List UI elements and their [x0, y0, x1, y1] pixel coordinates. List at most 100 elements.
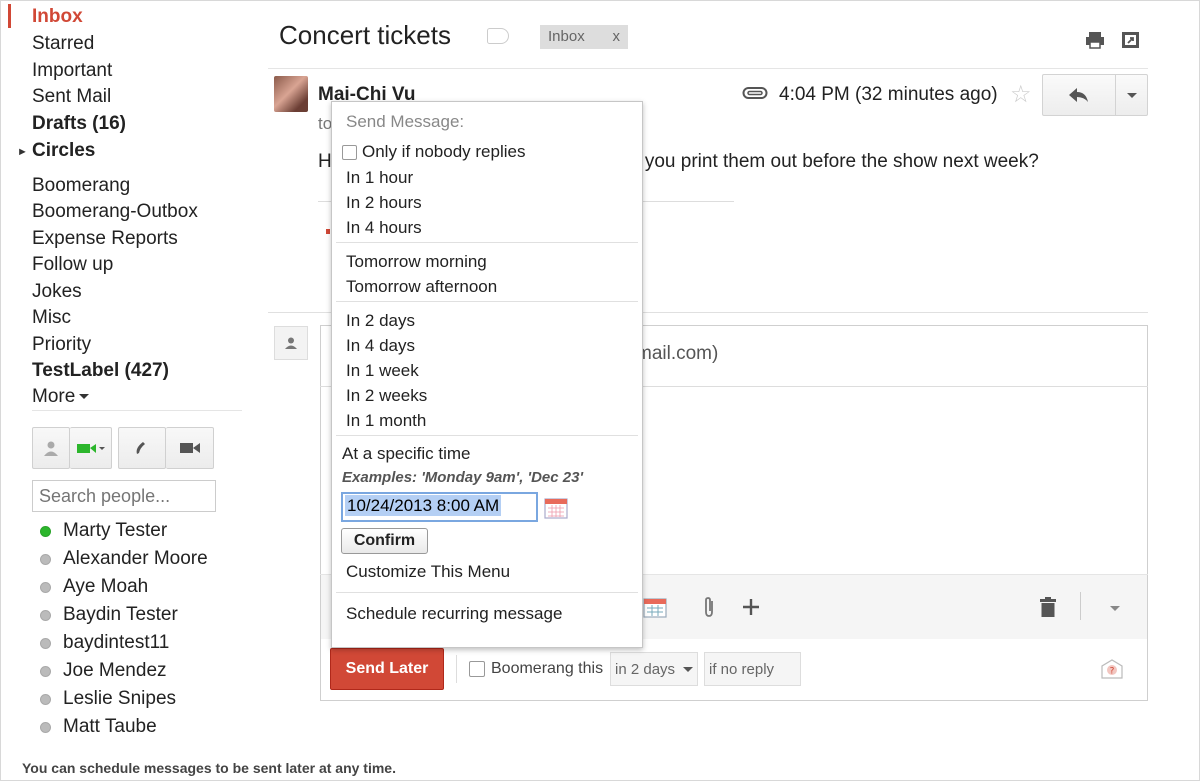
customize-menu-link[interactable]: Customize This Menu — [346, 562, 510, 582]
plus-icon[interactable] — [740, 596, 762, 618]
chevron-down-icon — [1126, 92, 1137, 98]
search-people-input[interactable] — [32, 480, 216, 512]
menu-item-tomorrow-afternoon[interactable]: Tomorrow afternoon — [346, 277, 497, 297]
paperclip-icon[interactable] — [698, 596, 720, 618]
boomerang-delay-select[interactable]: in 2 days — [610, 652, 698, 686]
phone-call-button[interactable] — [118, 427, 166, 469]
star-icon[interactable]: ☆ — [1010, 80, 1032, 109]
svg-text:?: ? — [1110, 667, 1115, 677]
active-indicator — [8, 4, 11, 28]
my-avatar — [274, 326, 308, 360]
menu-item-in-1-week[interactable]: In 1 week — [346, 361, 419, 381]
contact-item[interactable]: Leslie Snipes — [40, 688, 176, 710]
boomerang-this-checkbox[interactable]: Boomerang this — [469, 660, 603, 678]
remove-label-icon[interactable]: x — [613, 28, 621, 46]
nav-drafts[interactable]: Drafts (16) — [32, 113, 126, 135]
nav-inbox[interactable]: Inbox — [32, 6, 83, 28]
nav-circles[interactable]: Circles — [32, 140, 95, 162]
offline-status-icon — [40, 693, 51, 705]
label-expense-reports[interactable]: Expense Reports — [32, 228, 178, 250]
sidebar-divider — [32, 410, 242, 411]
menu-divider — [336, 242, 638, 243]
nav-important[interactable]: Important — [32, 60, 112, 82]
label-misc[interactable]: Misc — [32, 307, 71, 329]
specific-time-heading: At a specific time — [342, 444, 471, 463]
only-if-nobody-replies-label: Only if nobody replies — [362, 142, 526, 161]
message-body-start: H — [318, 151, 332, 172]
contact-item[interactable]: Matt Taube — [40, 716, 157, 738]
label-jokes[interactable]: Jokes — [32, 281, 82, 303]
send-later-menu: Send Message: Only if nobody replies In … — [331, 101, 643, 648]
label-follow-up[interactable]: Follow up — [32, 254, 113, 276]
menu-divider — [336, 301, 638, 302]
boomerang-help-icon[interactable]: ? — [1100, 658, 1124, 680]
chat-status-group — [32, 427, 112, 469]
label-testlabel[interactable]: TestLabel (427) — [32, 360, 169, 382]
person-icon — [285, 337, 297, 349]
video-camera-green-icon — [76, 444, 105, 453]
schedule-recurring-link[interactable]: Schedule recurring message — [346, 604, 562, 624]
thread-subject: Concert tickets — [279, 20, 451, 50]
expand-arrow-icon[interactable]: ► — [17, 146, 28, 158]
checkbox-box[interactable] — [469, 661, 485, 677]
label-priority[interactable]: Priority — [32, 334, 91, 356]
send-later-button[interactable]: Send Later — [330, 648, 444, 690]
more-actions-dropdown[interactable] — [1115, 74, 1148, 116]
contact-item[interactable]: Joe Mendez — [40, 660, 167, 682]
offline-status-icon — [40, 665, 51, 677]
menu-item-in-1-hour[interactable]: In 1 hour — [346, 168, 413, 188]
menu-item-in-4-days[interactable]: In 4 days — [346, 336, 415, 356]
boomerang-condition-select[interactable]: if no reply — [704, 652, 801, 686]
video-status-dropdown[interactable] — [70, 427, 112, 469]
datetime-input[interactable]: 10/24/2013 8:00 AM — [341, 492, 538, 522]
label-chip-text: Inbox — [548, 28, 585, 45]
contact-name: Alexander Moore — [63, 548, 208, 569]
phone-icon — [136, 442, 145, 454]
only-if-nobody-replies-option[interactable]: Only if nobody replies — [342, 142, 525, 162]
menu-item-tomorrow-morning[interactable]: Tomorrow morning — [346, 252, 487, 272]
new-window-icon[interactable] — [1120, 30, 1142, 50]
boomerang-this-label: Boomerang this — [491, 660, 604, 677]
menu-item-in-2-days[interactable]: In 2 days — [346, 311, 415, 331]
toolbar-separator — [1080, 592, 1081, 620]
checkbox-box[interactable] — [342, 144, 357, 160]
label-tag-icon[interactable] — [487, 28, 509, 44]
calendar-picker-icon[interactable] — [544, 497, 568, 519]
print-icon[interactable] — [1084, 30, 1106, 50]
contact-name: baydintest11 — [63, 632, 170, 653]
video-camera-icon — [179, 443, 200, 453]
menu-item-in-2-weeks[interactable]: In 2 weeks — [346, 386, 427, 406]
menu-item-in-2-hours[interactable]: In 2 hours — [346, 193, 422, 213]
offline-status-icon — [40, 721, 51, 733]
label-chip[interactable]: Inbox x — [540, 25, 628, 49]
confirm-button[interactable]: Confirm — [341, 528, 428, 554]
person-icon — [44, 441, 58, 456]
contact-item[interactable]: Alexander Moore — [40, 548, 208, 570]
contact-item[interactable]: Marty Tester — [40, 520, 167, 542]
menu-item-in-1-month[interactable]: In 1 month — [346, 411, 426, 431]
label-boomerang[interactable]: Boomerang — [32, 175, 130, 197]
trash-icon[interactable] — [1037, 596, 1059, 618]
header-divider — [268, 68, 1148, 69]
caption-text: You can schedule messages to be sent lat… — [22, 760, 396, 776]
nav-sent-mail[interactable]: Sent Mail — [32, 86, 111, 108]
recipient-field[interactable]: mail.com) — [636, 343, 718, 365]
sender-avatar — [274, 76, 308, 112]
more-labels-link[interactable]: More — [32, 386, 90, 408]
more-options-caret-icon[interactable] — [1104, 596, 1126, 618]
menu-divider — [336, 435, 638, 436]
more-label: More — [32, 386, 76, 407]
calendar-icon[interactable] — [643, 596, 667, 618]
contact-item[interactable]: baydintest11 — [40, 632, 169, 654]
chat-status-button[interactable] — [32, 427, 70, 469]
reply-button[interactable] — [1042, 74, 1116, 116]
contact-name: Aye Moah — [63, 576, 149, 597]
video-call-button[interactable] — [166, 427, 214, 469]
specific-time-examples: Examples: 'Monday 9am', 'Dec 23' — [342, 469, 584, 486]
contact-item[interactable]: Aye Moah — [40, 576, 148, 598]
message-body: n you print them out before the show nex… — [629, 151, 1039, 172]
nav-starred[interactable]: Starred — [32, 33, 94, 55]
contact-item[interactable]: Baydin Tester — [40, 604, 178, 626]
menu-item-in-4-hours[interactable]: In 4 hours — [346, 218, 422, 238]
label-boomerang-outbox[interactable]: Boomerang-Outbox — [32, 201, 198, 223]
